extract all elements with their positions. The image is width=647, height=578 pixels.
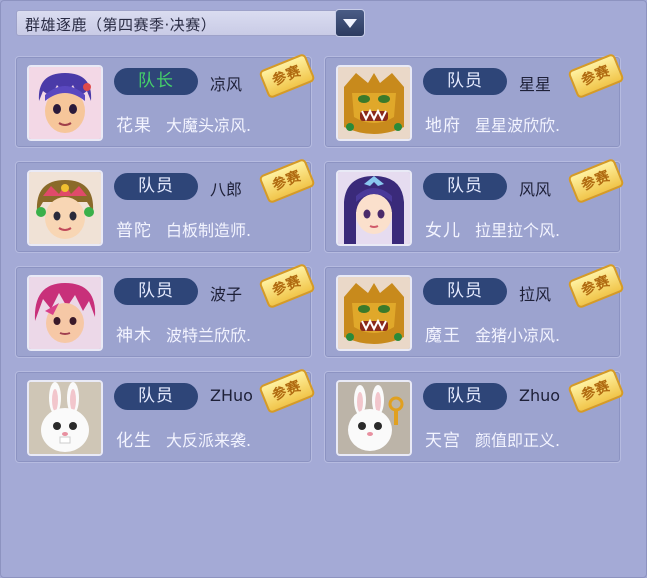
character-name: 金猪小凉风. [475,326,561,345]
member-card[interactable]: 队长 凉风 花果 大魔头凉风. 参赛 [15,52,316,148]
player-nickname: 星星 [519,75,552,94]
participant-stamp: 参赛 [258,262,316,310]
participant-stamp: 参赛 [258,367,316,415]
participant-stamp: 参赛 [567,52,625,100]
server-name: 魔王 [425,326,461,346]
participant-stamp: 参赛 [567,157,625,205]
triangle-down-icon [343,19,357,28]
avatar [27,275,103,351]
server-name: 花果 [116,116,152,136]
member-card[interactable]: 队员 星星 地府 星星波欣欣. 参赛 [324,52,625,148]
avatar [336,65,412,141]
role-badge: 队员 [423,68,507,95]
role-badge: 队员 [423,383,507,410]
player-nickname: 凉风 [210,75,243,94]
avatar [27,65,103,141]
role-badge: 队员 [423,173,507,200]
player-nickname: Zhuo [519,386,561,405]
player-nickname: 拉风 [519,285,552,304]
server-name: 普陀 [116,221,152,241]
season-dropdown-button[interactable] [335,9,365,37]
participant-stamp: 参赛 [258,157,316,205]
season-selector[interactable]: 群雄逐鹿（第四赛季·决赛） [16,10,365,36]
member-card[interactable]: 队员 拉风 魔王 金猪小凉风. 参赛 [324,262,625,358]
player-nickname: 波子 [210,285,243,304]
season-title: 群雄逐鹿（第四赛季·决赛） [25,16,217,34]
server-name: 天宫 [425,431,461,451]
server-name: 女儿 [425,221,461,241]
avatar [336,170,412,246]
player-nickname: 八郎 [210,180,243,199]
participant-stamp: 参赛 [567,262,625,310]
character-name: 波特兰欣欣. [166,326,252,345]
player-nickname: ZHuo [210,386,253,405]
player-nickname: 风风 [519,180,552,199]
character-name: 白板制造师. [166,221,252,240]
participant-stamp: 参赛 [258,52,316,100]
character-name: 星星波欣欣. [475,116,561,135]
participant-stamp: 参赛 [567,367,625,415]
avatar [27,170,103,246]
character-name: 拉里拉个风. [475,221,561,240]
member-card[interactable]: 队员 ZHuo 化生 大反派来袭. 参赛 [15,367,316,463]
role-badge: 队员 [114,173,198,200]
avatar [27,380,103,456]
character-name: 颜值即正义. [475,431,561,450]
avatar [336,380,412,456]
server-name: 化生 [116,431,152,451]
character-name: 大反派来袭. [166,431,252,450]
member-card[interactable]: 队员 风风 女儿 拉里拉个风. 参赛 [324,157,625,253]
role-badge: 队员 [114,278,198,305]
member-card[interactable]: 队员 波子 神木 波特兰欣欣. 参赛 [15,262,316,358]
member-card[interactable]: 队员 Zhuo 天宫 颜值即正义. 参赛 [324,367,625,463]
character-name: 大魔头凉风. [166,116,252,135]
role-badge: 队员 [423,278,507,305]
role-badge: 队员 [114,383,198,410]
team-panel: 群雄逐鹿（第四赛季·决赛） 队长 凉风 花果 大魔头凉风. 参赛 队员 星星 地… [0,0,647,578]
avatar [336,275,412,351]
server-name: 神木 [116,326,152,346]
server-name: 地府 [425,116,461,136]
member-card[interactable]: 队员 八郎 普陀 白板制造师. 参赛 [15,157,316,253]
role-badge: 队长 [114,68,198,95]
